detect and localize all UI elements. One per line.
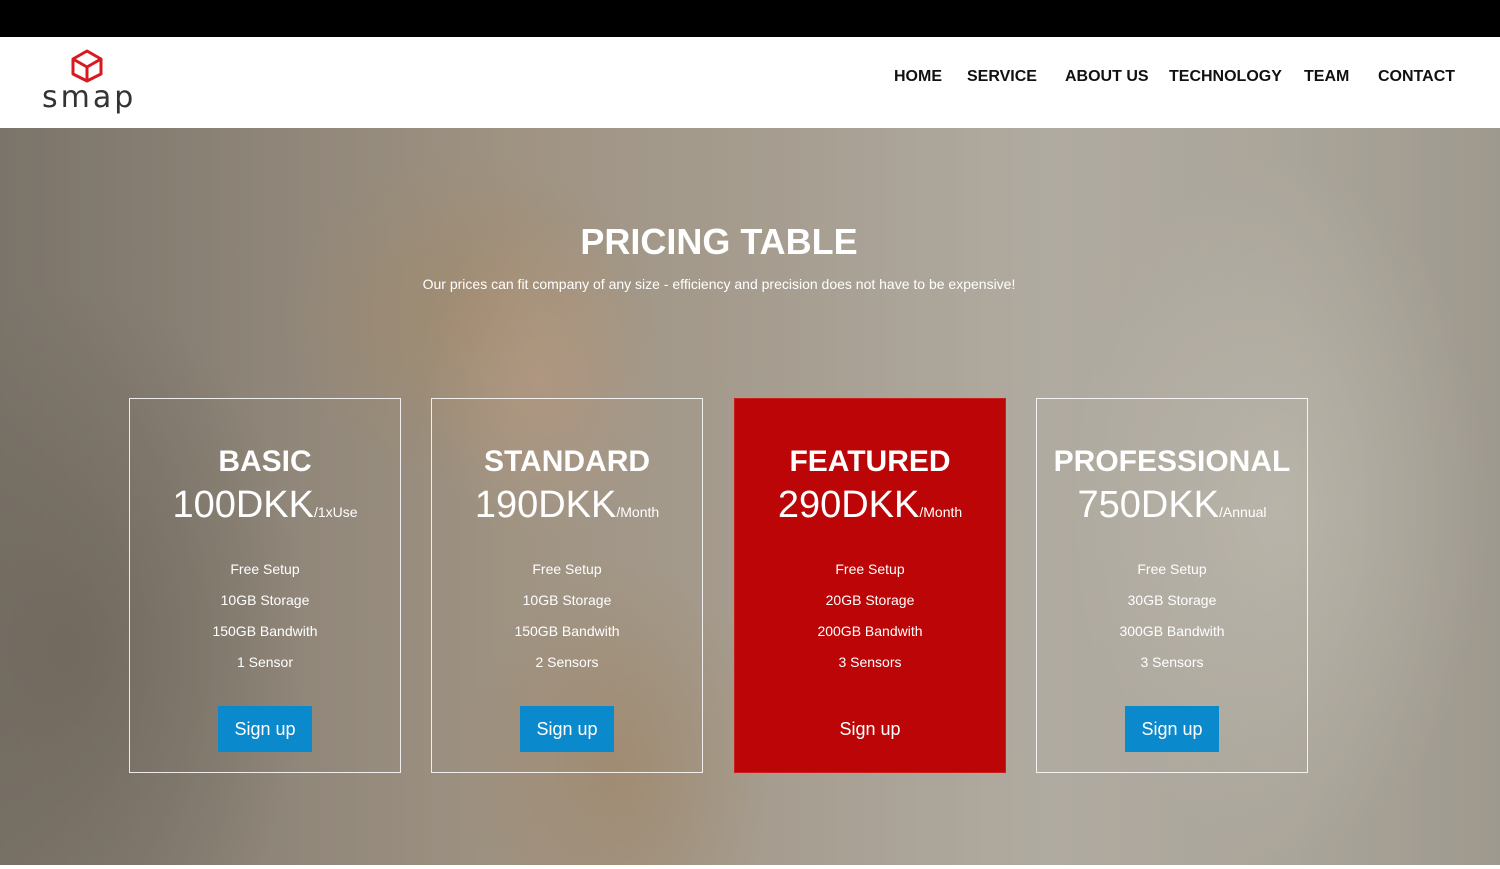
plan-card-featured: FEATURED 290DKK/Month Free Setup 20GB St… bbox=[734, 398, 1006, 773]
page-bottom-edge bbox=[0, 865, 1500, 869]
price-period: /Month bbox=[616, 504, 660, 520]
brand-logo[interactable]: smap bbox=[38, 46, 142, 121]
feature-item: Free Setup bbox=[835, 561, 905, 577]
feature-item: Free Setup bbox=[230, 561, 300, 577]
nav-contact[interactable]: CONTACT bbox=[1378, 67, 1455, 87]
page-subtitle: Our prices can fit company of any size -… bbox=[422, 276, 1016, 292]
feature-item: 10GB Storage bbox=[220, 592, 310, 608]
price-amount: 750DKK bbox=[1077, 484, 1220, 526]
plan-card-basic: BASIC 100DKK/1xUse Free Setup 10GB Stora… bbox=[129, 398, 401, 773]
page-title: PRICING TABLE bbox=[580, 221, 858, 262]
cube-icon bbox=[71, 49, 103, 83]
signup-button-standard[interactable]: Sign up bbox=[520, 706, 614, 752]
top-bar bbox=[0, 0, 1500, 37]
price-period: /Annual bbox=[1219, 504, 1267, 520]
plan-card-standard: STANDARD 190DKK/Month Free Setup 10GB St… bbox=[431, 398, 703, 773]
feature-list: Free Setup 10GB Storage 150GB Bandwith 1… bbox=[130, 559, 400, 683]
feature-item: Free Setup bbox=[1137, 561, 1207, 577]
pricing-section: PRICING TABLE Our prices can fit company… bbox=[0, 128, 1500, 865]
price-period: /1xUse bbox=[313, 504, 358, 520]
feature-list: Free Setup 10GB Storage 150GB Bandwith 2… bbox=[432, 559, 702, 683]
plan-name: STANDARD bbox=[483, 445, 651, 478]
plan-card-professional: PROFESSIONAL 750DKK/Annual Free Setup 30… bbox=[1036, 398, 1308, 773]
feature-item: 150GB Bandwith bbox=[514, 623, 620, 639]
feature-item: 3 Sensors bbox=[838, 654, 902, 670]
feature-item: 150GB Bandwith bbox=[212, 623, 318, 639]
nav-team[interactable]: TEAM bbox=[1304, 67, 1349, 87]
plan-name: FEATURED bbox=[789, 445, 951, 478]
feature-item: 30GB Storage bbox=[1127, 592, 1217, 608]
nav-service[interactable]: SERVICE bbox=[967, 67, 1037, 87]
price-amount: 190DKK bbox=[474, 484, 617, 526]
feature-item: 2 Sensors bbox=[535, 654, 599, 670]
feature-item: 10GB Storage bbox=[522, 592, 612, 608]
plan-price: 190DKK/Month bbox=[432, 485, 702, 533]
nav-home[interactable]: HOME bbox=[894, 67, 942, 87]
plan-price: 290DKK/Month bbox=[735, 485, 1005, 533]
price-amount: 290DKK bbox=[777, 484, 920, 526]
plan-price: 750DKK/Annual bbox=[1037, 485, 1307, 533]
plan-name: PROFESSIONAL bbox=[1053, 445, 1291, 478]
signup-button-basic[interactable]: Sign up bbox=[218, 706, 312, 752]
nav-technology[interactable]: TECHNOLOGY bbox=[1169, 67, 1282, 87]
feature-item: 3 Sensors bbox=[1140, 654, 1204, 670]
plan-name: BASIC bbox=[218, 445, 312, 478]
feature-list: Free Setup 30GB Storage 300GB Bandwith 3… bbox=[1037, 559, 1307, 683]
plan-price: 100DKK/1xUse bbox=[130, 485, 400, 533]
feature-item: 200GB Bandwith bbox=[817, 623, 923, 639]
nav-about-us[interactable]: ABOUT US bbox=[1065, 67, 1149, 87]
feature-list: Free Setup 20GB Storage 200GB Bandwith 3… bbox=[735, 559, 1005, 683]
feature-item: 1 Sensor bbox=[236, 654, 294, 670]
price-amount: 100DKK bbox=[172, 484, 314, 526]
site-header: smap HOME SERVICE ABOUT US TECHNOLOGY TE… bbox=[0, 37, 1500, 128]
signup-button-professional[interactable]: Sign up bbox=[1125, 706, 1219, 752]
price-period: /Month bbox=[919, 504, 963, 520]
feature-item: 300GB Bandwith bbox=[1119, 623, 1225, 639]
feature-item: 20GB Storage bbox=[825, 592, 915, 608]
brand-name: smap bbox=[42, 80, 137, 115]
signup-button-featured[interactable]: Sign up bbox=[823, 706, 917, 752]
feature-item: Free Setup bbox=[532, 561, 602, 577]
